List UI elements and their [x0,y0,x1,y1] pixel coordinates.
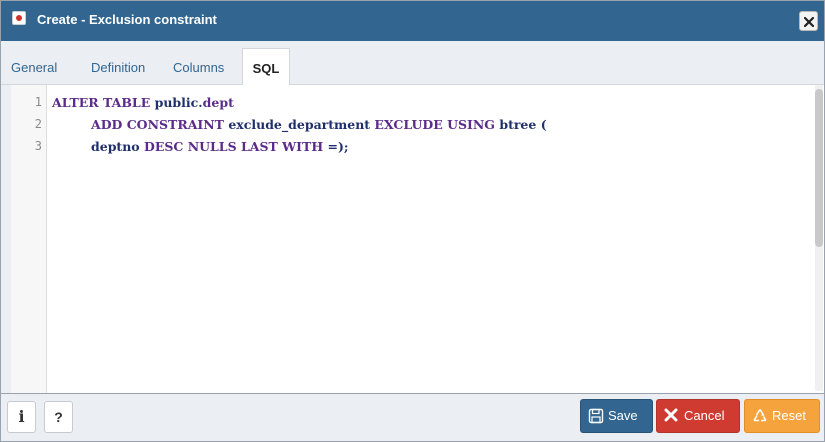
sql-keyword: ADD CONSTRAINT [91,117,224,132]
editor-scrollbar[interactable] [815,85,823,391]
save-label: Save [608,408,638,423]
sql-keyword: EXCLUDE USING [374,117,495,132]
code-line: deptno DESC NULLS LAST WITH =); [91,139,349,154]
help-button[interactable]: ? [44,401,73,433]
line-number: 3 [34,139,42,153]
cancel-button[interactable]: Cancel [656,399,740,433]
cancel-x-icon [664,408,678,422]
sql-identifier: exclude_department [223,117,375,132]
tab-general[interactable]: General [11,60,57,75]
dialog-title: Create - Exclusion constraint [37,12,217,27]
sql-identifier: deptno [91,139,144,154]
line-number: 1 [34,95,42,109]
tab-sql[interactable]: SQL [242,48,290,86]
sql-identifier: public. [150,95,203,110]
code-line: ADD CONSTRAINT exclude_department EXCLUD… [91,117,547,132]
floppy-disk-icon [588,408,604,424]
sql-editor[interactable]: 1 2 3 ALTER TABLE public.dept ADD CONSTR… [11,85,824,393]
sql-identifier: dept [202,95,234,110]
line-number: 2 [34,117,42,131]
dialog-titlebar[interactable]: Create - Exclusion constraint [1,1,824,41]
close-icon [804,17,814,27]
dialog-footer: i ? Save Cancel Reset [1,393,824,441]
sql-operator: =); [323,139,349,154]
recycle-icon [753,409,767,422]
reset-button[interactable]: Reset [744,399,820,433]
reset-label: Reset [772,408,806,423]
sql-keyword: DESC NULLS LAST WITH [144,139,324,154]
tab-bar: General Definition Columns SQL [1,48,824,86]
sql-identifier: btree ( [494,117,547,132]
sql-keyword: ALTER TABLE [52,95,151,110]
tab-definition[interactable]: Definition [91,60,145,75]
create-exclusion-constraint-dialog: Create - Exclusion constraint General De… [0,0,825,442]
scrollbar-thumb[interactable] [815,89,823,247]
code-line: ALTER TABLE public.dept [52,95,234,110]
tab-columns[interactable]: Columns [173,60,224,75]
exclusion-constraint-icon [12,11,26,25]
close-button[interactable] [799,11,818,31]
info-button[interactable]: i [7,401,36,433]
save-button[interactable]: Save [580,399,653,433]
line-number-gutter: 1 2 3 [11,85,47,393]
cancel-label: Cancel [684,408,725,423]
